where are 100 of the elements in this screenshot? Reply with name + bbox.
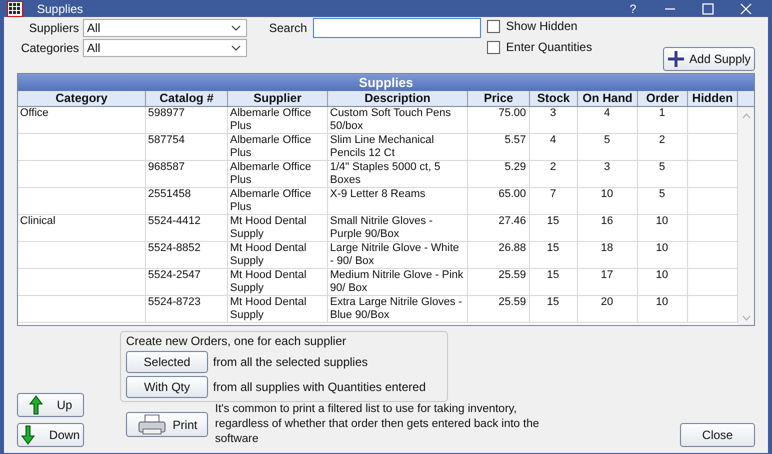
table-cell: 26.88 <box>498 242 526 254</box>
table-cell: 5 <box>604 134 610 146</box>
checkbox[interactable] <box>487 20 500 32</box>
table-cell: Albemarle Office Plus <box>230 188 312 213</box>
table-cell: 16 <box>600 215 614 227</box>
table-cell: 5524-2547 <box>148 269 201 281</box>
filter-label: Suppliers <box>28 21 79 35</box>
table-cell: Extra Large Nitrile Gloves - Blue 90/Box <box>330 296 462 321</box>
table-cell: 65.00 <box>498 188 526 200</box>
table-cell: 25.59 <box>498 296 526 308</box>
table-cell: 10 <box>656 296 668 308</box>
table-cell: 5 <box>658 188 666 200</box>
table-cell: Mt Hood Dental Supply <box>230 269 306 294</box>
checkbox[interactable] <box>487 40 500 54</box>
table-cell: Albemarle Office Plus <box>230 161 312 186</box>
column-header[interactable]: Catalog # <box>146 91 228 106</box>
table-cell: 27.46 <box>498 215 526 227</box>
table-cell: Clinical <box>20 215 56 227</box>
table-cell: 2551458 <box>148 188 191 200</box>
create-order-button[interactable]: With Qty <box>126 376 208 398</box>
window-title: Supplies <box>37 2 84 16</box>
table-cell: Slim Line Mechanical Pencils 12 Ct <box>330 134 434 159</box>
plus-icon <box>667 50 686 68</box>
up-button[interactable]: Up <box>17 393 84 417</box>
table-cell: 7 <box>550 188 556 200</box>
action-description: from all the selected supplies <box>213 355 368 369</box>
checkbox-label: Enter Quantities <box>506 40 592 54</box>
table-cell: X-9 Letter 8 Reams <box>330 188 426 200</box>
table-cell: 10 <box>656 242 668 254</box>
table-cell: 1/4" Staples 5000 ct, 5 Boxes <box>330 161 440 186</box>
print-button[interactable]: Print <box>126 412 208 437</box>
table-cell: 3 <box>550 107 556 119</box>
column-header[interactable]: Supplier <box>228 91 328 106</box>
column-header[interactable]: Category <box>18 91 146 106</box>
help-button[interactable]: ? <box>619 2 647 16</box>
table-cell: 10 <box>600 188 614 200</box>
maximize-icon[interactable] <box>702 3 714 15</box>
add-supply-button[interactable]: Add Supply <box>663 47 755 71</box>
table-cell: 3 <box>604 161 610 173</box>
column-header[interactable]: Stock <box>530 91 578 106</box>
table-cell: 1 <box>658 107 666 119</box>
down-button[interactable]: Down <box>17 423 84 447</box>
column-header[interactable]: On Hand <box>578 91 638 106</box>
table-cell: 17 <box>600 269 614 281</box>
chevron-down-icon <box>231 25 241 31</box>
filter-dropdown[interactable]: All <box>83 19 247 37</box>
table-cell: 5 <box>658 161 666 173</box>
filter-label: Categories <box>20 41 79 55</box>
action-description: from all supplies with Quantities entered <box>213 380 426 394</box>
chevron-down-icon <box>231 45 241 51</box>
table-title: Supplies <box>18 74 754 91</box>
table-cell: Mt Hood Dental Supply <box>230 296 306 321</box>
table-cell: 15 <box>546 215 560 227</box>
close-button[interactable]: Close <box>680 423 755 447</box>
table-cell: 4 <box>550 134 556 146</box>
search-field[interactable] <box>313 18 482 38</box>
table-cell: 5.57 <box>504 134 526 146</box>
table-cell: 10 <box>656 215 668 227</box>
table-cell: 15 <box>546 242 560 254</box>
table-cell: Mt Hood Dental Supply <box>230 242 306 267</box>
grid-icon <box>7 1 23 17</box>
column-header[interactable]: Description <box>328 91 468 106</box>
table-cell: 2 <box>658 134 666 146</box>
table-cell: Albemarle Office Plus <box>230 107 312 132</box>
table-cell: 20 <box>600 296 614 308</box>
column-header[interactable]: Hidden <box>688 91 738 106</box>
table-cell: Large Nitrile Glove - White - 90/ Box <box>330 242 459 267</box>
table-cell: 598977 <box>148 107 185 119</box>
table-cell: Small Nitrile Gloves - Purple 90/Box <box>330 215 433 240</box>
table-cell: 968587 <box>148 161 185 173</box>
table-cell: 5524-4412 <box>148 215 201 227</box>
printer-icon <box>136 414 167 436</box>
group-caption: Create new Orders, one for each supplier <box>126 334 348 348</box>
arrow-down-icon <box>21 425 36 445</box>
table-cell: 18 <box>600 242 614 254</box>
search-label: Search <box>269 20 308 35</box>
table-cell: 5524-8852 <box>148 242 201 254</box>
checkbox-label: Show Hidden <box>506 19 578 33</box>
table-cell: Medium Nitrile Glove - Pink 90/ Box <box>330 269 464 294</box>
table-cell: 15 <box>546 296 560 308</box>
print-note: It's common to print a filtered list to use for taking inventory, regardless of whether that order then gets entered back into the software <box>215 402 540 447</box>
table-cell: 587754 <box>148 134 185 146</box>
table-cell: 15 <box>546 269 560 281</box>
filter-dropdown[interactable]: All <box>83 39 247 57</box>
table-cell: 5.29 <box>504 161 526 173</box>
table-cell: Albemarle Office Plus <box>230 134 312 159</box>
close-icon[interactable] <box>740 3 752 15</box>
table-cell: 10 <box>656 269 668 281</box>
table-cell: Mt Hood Dental Supply <box>230 215 306 240</box>
column-header[interactable]: Price <box>468 91 530 106</box>
table-cell: 25.59 <box>498 269 526 281</box>
table-cell: 4 <box>604 107 610 119</box>
create-order-button[interactable]: Selected <box>126 351 208 373</box>
table-cell: 5524-8723 <box>148 296 201 308</box>
table-cell: 75.00 <box>498 107 526 119</box>
table-cell: Office <box>20 107 49 119</box>
arrow-up-icon <box>28 395 43 415</box>
table-cell: Custom Soft Touch Pens 50/box <box>330 107 451 132</box>
column-header[interactable]: Order <box>638 91 688 106</box>
table-cell: 2 <box>550 161 556 173</box>
